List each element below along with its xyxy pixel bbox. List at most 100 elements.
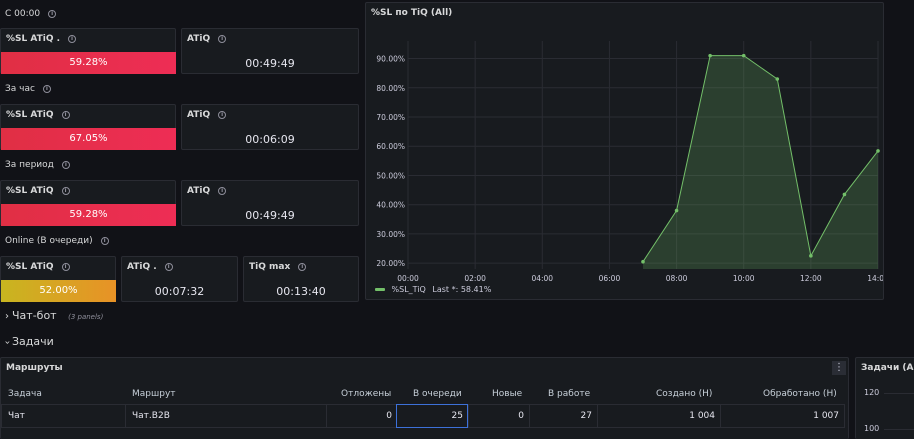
data-point [708,53,712,58]
row-panel-count: (3 panels) [68,313,104,321]
info-icon[interactable]: i [218,34,227,43]
panel-atiq-today: ATiQ i 00:49:49 [181,28,359,74]
atiq-value: 00:49:49 [245,57,295,70]
cell-postponed: 0 [386,411,392,421]
row-title: Задачи [12,335,54,348]
panel-sl-today: %SL ATiQ . i 59.28% [0,28,176,74]
panel-tiq-max: TiQ max i 00:13:40 [243,256,359,302]
chevron-down-icon: › [1,340,13,345]
panel-atiq-hour: ATiQ i 00:06:09 [181,104,359,150]
x-tick-label: 12:00 [800,274,822,283]
cell-processed: 1 007 [813,411,839,421]
y-tick-label: 60.00% [376,142,405,151]
info-icon[interactable]: i [100,236,109,245]
info-icon[interactable]: i [61,262,70,271]
info-icon[interactable]: i [298,262,307,271]
y-tick-label: 70.00% [376,113,405,122]
legend-last-value: Last *: 58.41% [432,285,492,294]
sl-value-bar: 67.05% [1,128,176,150]
panel-menu-icon[interactable]: ⋮ [832,361,846,375]
panel-title: %SL ATiQ [6,186,54,196]
table-row[interactable]: Чат Чат.B2B 0 25 0 27 1 004 1 007 [1,404,849,428]
x-tick-label: 06:00 [599,274,621,283]
column-header[interactable]: Обработано (Н) [763,386,837,402]
x-tick-label: 00:00 [397,274,419,283]
column-header[interactable]: Маршрут [132,386,176,402]
y-tick-label: 120 [864,388,880,397]
chart-legend[interactable]: %SL_TiQ Last *: 58.41% [375,285,491,294]
legend-series-name: %SL_TiQ [391,285,426,294]
info-icon[interactable]: i [218,110,227,119]
atiq-value: 00:07:32 [154,285,205,298]
panel-sl-hour: %SL ATiQ i 67.05% [0,104,176,150]
y-tick-label: 100 [864,424,880,433]
data-point [641,259,645,264]
sl-value-bar: 59.28% [1,204,176,226]
panel-title: ATiQ [187,34,211,44]
info-icon[interactable]: i [42,84,51,93]
section-title-hour: За час i [5,84,51,94]
column-header[interactable]: Отложены [341,386,391,402]
y-tick-label: 30.00% [376,230,405,239]
y-tick-label: 90.00% [376,55,405,64]
cell-in-queue: 25 [451,411,463,421]
x-tick-label: 14:00 [867,274,883,283]
column-header[interactable]: В очереди [413,386,462,402]
panel-title: TiQ max [249,262,291,272]
info-icon[interactable]: i [61,186,70,195]
row-header-tasks[interactable]: ›Задачи [0,331,914,355]
info-icon[interactable]: i [68,34,77,43]
x-tick-label: 10:00 [733,274,755,283]
atiq-value: 00:49:49 [245,209,295,222]
data-point [842,192,847,197]
row-title: Чат-бот [12,309,57,322]
info-icon[interactable]: i [61,110,70,119]
cell-in-progress: 27 [580,411,592,421]
cell-new: 0 [518,411,524,421]
panel-title: ATiQ . [127,262,157,272]
x-tick-label: 08:00 [666,274,688,283]
panel-sl-period: %SL ATiQ i 59.28% [0,180,176,226]
x-tick-label: 02:00 [464,274,486,283]
x-tick-label: 04:00 [531,274,553,283]
info-icon[interactable]: i [61,160,70,169]
row-header-chatbot[interactable]: › Чат-бот (3 panels) [0,305,914,329]
y-tick-label: 50.00% [376,171,405,180]
legend-swatch [375,288,385,291]
cell-created: 1 004 [689,411,715,421]
info-icon[interactable]: i [164,262,173,271]
section-title-today: С 00:00 i [5,9,57,19]
panel-atiq-online: ATiQ . i 00:07:32 [121,256,238,302]
chart-title: Задачи (All) [861,363,914,373]
cell-route: Чат.B2B [132,411,170,421]
panel-title: ATiQ [187,186,211,196]
cell-task: Чат [8,411,25,421]
data-point [809,254,813,258]
panel-sl-tiq-chart: %SL по TiQ (All) 20.00% 30.00% 40.00% 50.00… [365,2,884,300]
sl-tiq-area-chart: 20.00% 30.00% 40.00% 50.00% 60.00% 70.00% 80.0… [376,41,883,283]
y-tick-label: 20.00% [376,259,405,268]
panel-title: ATiQ [187,110,211,120]
panel-atiq-period: ATiQ i 00:49:49 [181,180,359,226]
info-icon[interactable]: i [48,9,57,18]
data-point [876,149,880,153]
section-title-period: За период i [5,160,70,170]
y-tick-label: 80.00% [376,84,405,93]
panel-tasks-chart: Задачи (All) 120 100 [855,357,914,439]
section-title-online: Online (В очереди) i [5,236,109,246]
column-header[interactable]: Новые [492,386,522,402]
info-icon[interactable]: i [218,186,227,195]
panel-title: %SL ATiQ . [6,34,61,44]
chevron-right-icon: › [5,311,9,322]
sl-value-bar: 52.00% [1,280,116,302]
table-title: Маршруты [6,363,63,373]
table-header-row: Задача Маршрут Отложены В очереди Новые … [1,386,849,402]
panel-title: %SL ATiQ [6,110,54,120]
panel-sl-online: %SL ATiQ i 52.00% [0,256,116,302]
column-header[interactable]: В работе [548,386,590,402]
data-point [775,77,780,81]
atiq-value: 00:06:09 [245,133,295,146]
tiq-max-value: 00:13:40 [276,285,326,298]
column-header[interactable]: Создано (Н) [656,386,712,402]
column-header[interactable]: Задача [8,386,42,402]
